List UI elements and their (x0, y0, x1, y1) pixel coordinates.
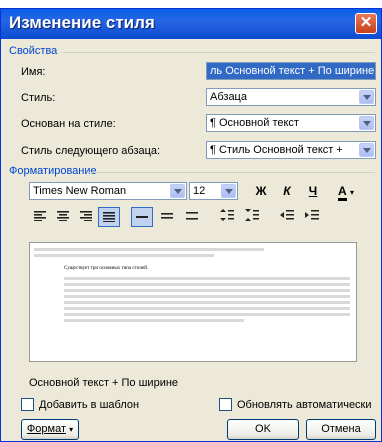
style-type-value: Абзаца (210, 91, 247, 103)
font-name-value: Times New Roman (33, 185, 127, 197)
properties-section-title: Свойства (9, 45, 58, 57)
next-style-label: Стиль следующего абзаца: (21, 145, 161, 157)
preview-following-paragraph (64, 289, 350, 292)
cancel-button[interactable]: Отмена (306, 419, 376, 440)
chevron-down-icon[interactable] (359, 143, 374, 157)
style-type-dropdown[interactable]: Абзаца (206, 88, 376, 106)
preview-sample-text: Существует три основных типа стилей. (64, 266, 149, 271)
preview-following-paragraph (64, 313, 350, 316)
increase-indent-icon[interactable] (301, 207, 323, 227)
formatting-section-title: Форматирование (9, 165, 97, 177)
close-button[interactable]: ✕ (355, 13, 377, 34)
space-after-icon[interactable] (241, 207, 263, 227)
name-input-value: ль Основной текст + По ширине (210, 65, 375, 77)
chevron-down-icon[interactable] (359, 116, 374, 130)
style-preview: Существует три основных типа стилей. (29, 242, 357, 362)
add-to-template-checkbox[interactable] (21, 398, 34, 411)
auto-update-checkbox[interactable] (219, 398, 232, 411)
next-style-dropdown[interactable]: ¶ Стиль Основной текст + (206, 141, 376, 159)
based-on-value: ¶ Основной текст (210, 117, 299, 129)
style-type-label: Стиль: (21, 92, 56, 104)
preview-following-paragraph (64, 319, 244, 322)
chevron-down-icon: ▾ (69, 425, 74, 434)
modify-style-dialog: Изменение стиля ✕ Свойства Имя: ль Основ… (0, 8, 382, 442)
close-icon: ✕ (359, 14, 373, 31)
ok-button[interactable]: OK (227, 419, 299, 440)
space-before-icon[interactable] (216, 207, 238, 227)
preview-previous-paragraph (34, 254, 214, 257)
preview-following-paragraph (64, 307, 350, 310)
dialog-title: Изменение стиля (9, 13, 155, 32)
name-label: Имя: (21, 66, 46, 78)
preview-following-paragraph (64, 295, 350, 298)
format-button-label: Формат (26, 423, 66, 435)
bold-button[interactable]: Ж (250, 181, 272, 201)
properties-divider (63, 52, 375, 53)
align-center-icon[interactable] (52, 207, 74, 227)
align-left-icon[interactable] (29, 207, 51, 227)
add-to-template-label: Добавить в шаблон (39, 399, 140, 411)
next-style-value: ¶ Стиль Основной текст + (210, 144, 343, 156)
auto-update-label: Обновлять автоматически (237, 399, 372, 411)
chevron-down-icon[interactable] (170, 184, 185, 198)
formatting-divider (89, 172, 375, 173)
line-spacing-1-5-icon[interactable] (156, 207, 178, 227)
preview-following-paragraph (64, 277, 350, 280)
single-spacing-icon[interactable] (131, 207, 153, 227)
name-input[interactable]: ль Основной текст + По ширине (206, 62, 376, 80)
style-description: Основной текст + По ширине (29, 377, 179, 389)
based-on-dropdown[interactable]: ¶ Основной текст (206, 114, 376, 132)
based-on-label: Основан на стиле: (21, 118, 116, 130)
double-spacing-icon[interactable] (181, 207, 203, 227)
chevron-down-icon: ▾ (350, 188, 355, 197)
font-color-letter: А (337, 184, 347, 201)
italic-button[interactable]: К (276, 181, 298, 201)
font-size-dropdown[interactable]: 12 (189, 182, 238, 200)
align-right-icon[interactable] (75, 207, 97, 227)
align-justify-icon[interactable] (98, 207, 120, 227)
decrease-indent-icon[interactable] (276, 207, 298, 227)
title-bar: Изменение стиля ✕ (1, 9, 381, 39)
format-button[interactable]: Формат ▾ (21, 419, 79, 440)
font-color-button[interactable]: А ▾ (331, 181, 361, 201)
font-name-dropdown[interactable]: Times New Roman (29, 182, 187, 200)
chevron-down-icon[interactable] (359, 90, 374, 104)
preview-following-paragraph (64, 283, 350, 286)
chevron-down-icon[interactable] (221, 184, 236, 198)
font-size-value: 12 (193, 185, 206, 197)
underline-button[interactable]: Ч (302, 181, 324, 201)
preview-following-paragraph (64, 301, 350, 304)
preview-previous-paragraph (34, 248, 264, 251)
